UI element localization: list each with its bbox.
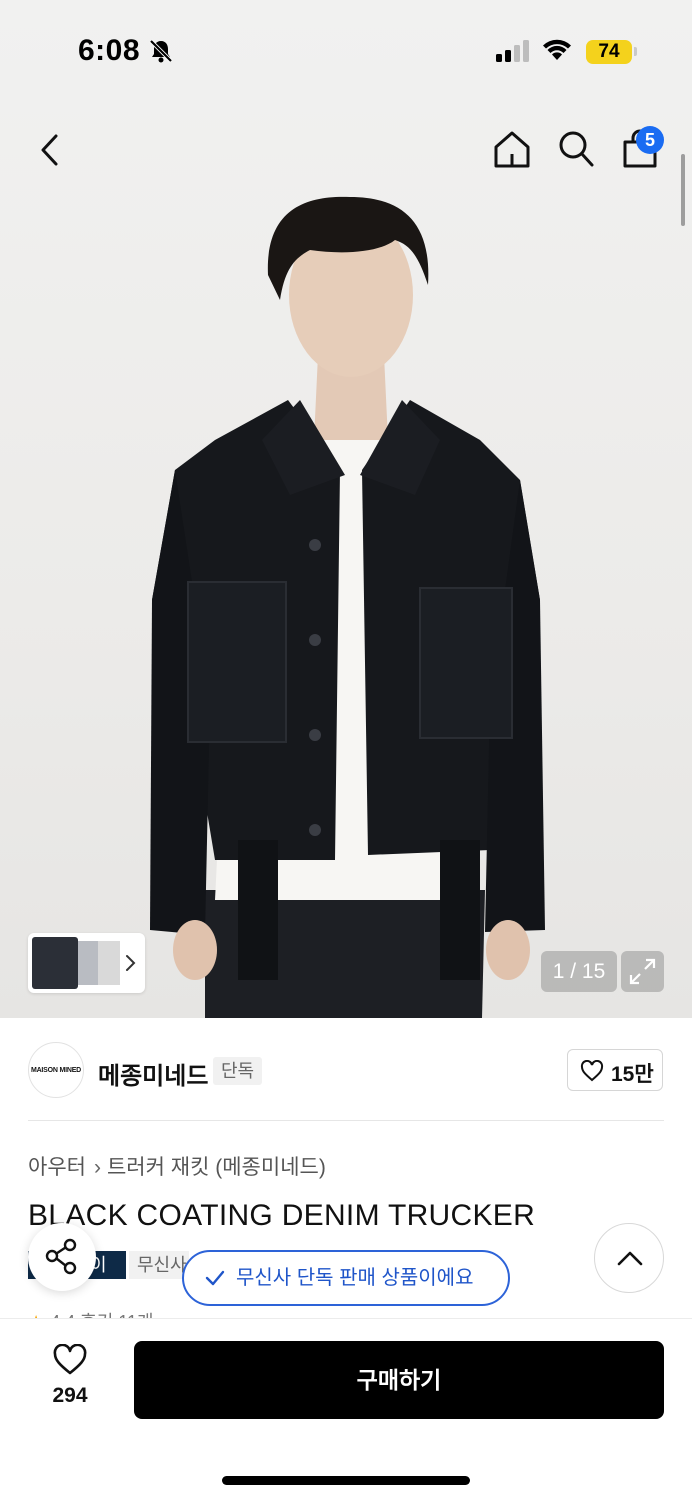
- share-icon: [45, 1238, 77, 1275]
- wishlist-button[interactable]: 294: [36, 1344, 104, 1414]
- breadcrumb: 아우터 › 트러커 재킷 (메종미네드): [28, 1151, 326, 1181]
- thumbnail-strip[interactable]: [28, 933, 145, 993]
- back-icon: [41, 134, 58, 166]
- bell-slash-icon: [148, 38, 174, 69]
- status-time: 6:08: [78, 34, 141, 67]
- expand-icon: [629, 958, 656, 985]
- home-indicator[interactable]: [222, 1476, 470, 1485]
- brand-logo[interactable]: MAISON MINED: [28, 1042, 84, 1098]
- back-button[interactable]: [34, 130, 70, 170]
- battery-level: 74: [586, 40, 632, 64]
- musinsa-badge: 무신사: [129, 1251, 189, 1279]
- home-button[interactable]: [491, 128, 533, 170]
- breadcrumb-item[interactable]: 아우터: [28, 1156, 86, 1179]
- wifi-icon: [541, 38, 573, 67]
- exclusive-toast: 무신사 단독 판매 상품이에요: [182, 1250, 510, 1306]
- expand-button[interactable]: [621, 951, 664, 992]
- signal-icon: [496, 40, 532, 67]
- product-title: BLACK COATING DENIM TRUCKER: [28, 1199, 536, 1232]
- chevron-right-icon: [126, 955, 136, 971]
- toast-message: 무신사 단독 판매 상품이에요: [236, 1267, 474, 1289]
- search-icon: [559, 131, 594, 167]
- share-button[interactable]: [28, 1223, 96, 1291]
- status-bar: 6:08 74: [0, 0, 692, 100]
- image-counter: 1 / 15: [541, 951, 617, 992]
- buy-button[interactable]: 구매하기: [134, 1341, 664, 1419]
- brand-name[interactable]: 메종미네드: [98, 1056, 208, 1091]
- chevron-up-icon: [617, 1251, 643, 1266]
- thumbnail-3[interactable]: [98, 941, 120, 985]
- search-button[interactable]: [556, 128, 596, 170]
- chevron-right-icon: ›: [93, 1156, 101, 1179]
- divider: [28, 1120, 664, 1121]
- heart-icon: [53, 1344, 87, 1375]
- wishlist-count: 294: [52, 1384, 88, 1407]
- product-page: 6:08 74 5 1 / 15 MAISON MINED 메종미네드 단독 1…: [0, 0, 692, 1500]
- battery-tip: [634, 47, 637, 56]
- brand-like-button[interactable]: 15만: [567, 1049, 663, 1091]
- breadcrumb-item[interactable]: 트러커 재킷 (메종미네드): [107, 1156, 326, 1179]
- brand-like-count: 15만: [611, 1063, 654, 1086]
- cart-count-badge: 5: [636, 126, 664, 154]
- scroll-top-button[interactable]: [594, 1223, 664, 1293]
- check-icon: [205, 1270, 225, 1286]
- thumbnail-1[interactable]: [32, 937, 78, 989]
- scrollbar[interactable]: [681, 154, 685, 226]
- heart-icon: [580, 1060, 604, 1082]
- home-icon: [494, 131, 530, 168]
- exclusive-tag: 단독: [213, 1057, 263, 1085]
